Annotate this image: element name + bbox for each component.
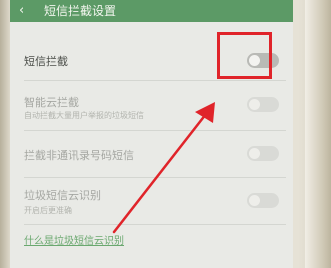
arrow-head <box>195 102 215 123</box>
photo-frame: ‹ 短信拦截设置 短信拦截 智能云拦截 自动拦截大量用户举报的垃圾短信 拦截非通… <box>0 0 331 268</box>
annotation-arrow-icon <box>112 102 215 234</box>
arrow-shaft <box>112 112 208 234</box>
